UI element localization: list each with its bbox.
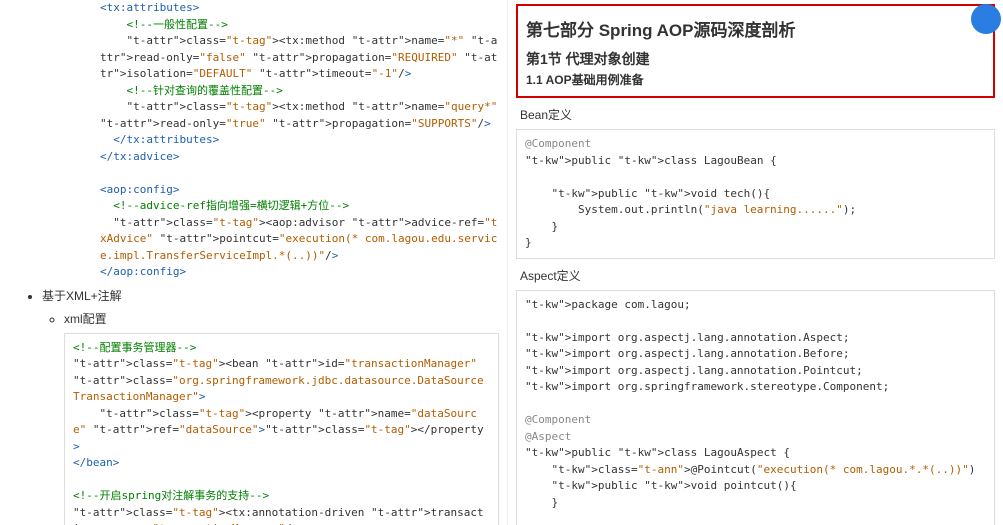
bean-label: Bean定义: [520, 106, 991, 123]
part-title: 第七部分 Spring AOP源码深度剖析: [526, 16, 985, 41]
aspect-label: Aspect定义: [520, 267, 991, 284]
bullet-list: 基于XML+注解 xml配置 <!--配置事务管理器--> "t-attr">c…: [42, 287, 499, 525]
section-title: 第1节 代理对象创建: [526, 49, 985, 69]
left-column: <tx:attributes> <!--一般性配置--> "t-attr">cl…: [0, 0, 507, 525]
right-column: 第七部分 Spring AOP源码深度剖析 第1节 代理对象创建 1.1 AOP…: [507, 0, 1003, 525]
bullet-text: 基于XML+注解: [42, 289, 122, 303]
code-block-5: "t-kw">package com.lagou; "t-kw">import …: [516, 290, 995, 525]
avatar-circle: [971, 4, 1001, 34]
highlight-box: 第七部分 Spring AOP源码深度剖析 第1节 代理对象创建 1.1 AOP…: [516, 4, 995, 98]
code-block-4: @Component "t-kw">public "t-kw">class La…: [516, 129, 995, 259]
subsection-title: 1.1 AOP基础用例准备: [526, 71, 985, 88]
code-block-1: <tx:attributes> <!--一般性配置--> "t-attr">cl…: [20, 0, 499, 281]
bullet-xml-anno: 基于XML+注解 xml配置 <!--配置事务管理器--> "t-attr">c…: [42, 287, 499, 525]
bullet-xml-config: xml配置 <!--配置事务管理器--> "t-attr">class="t-t…: [64, 310, 499, 525]
bullet-text: xml配置: [64, 312, 107, 326]
code-block-2: <!--配置事务管理器--> "t-attr">class="t-tag"><b…: [64, 333, 499, 525]
page-root: <tx:attributes> <!--一般性配置--> "t-attr">cl…: [0, 0, 1003, 525]
